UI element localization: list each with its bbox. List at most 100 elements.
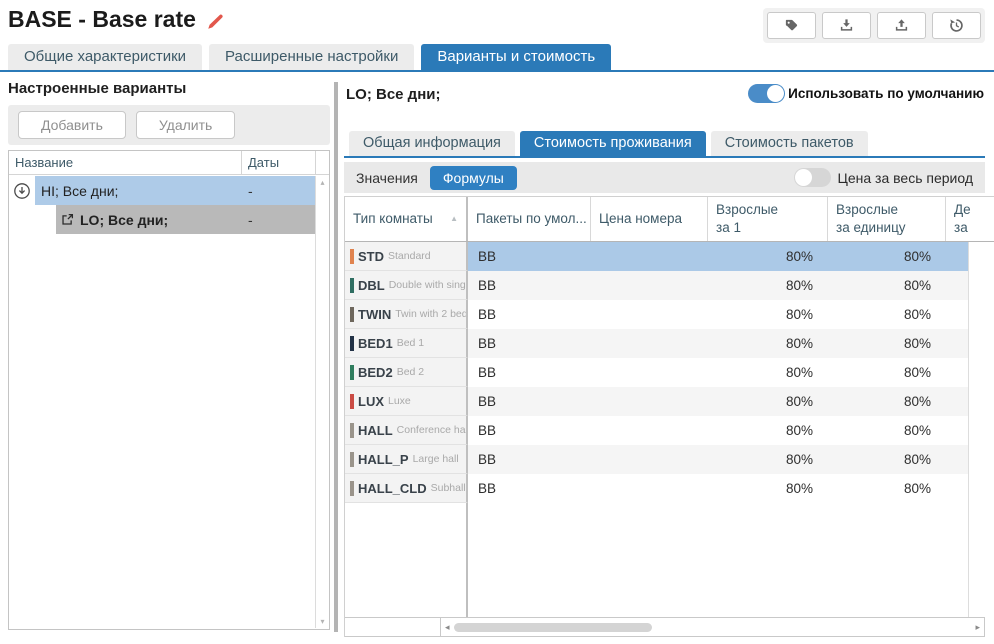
room-type-cell[interactable]: HALL Conference hall: [345, 416, 468, 445]
variant-name: LO; Все дни;: [74, 212, 241, 228]
grid-row-cells[interactable]: BB 80% 80%: [468, 329, 969, 358]
room-code: LUX: [358, 394, 384, 409]
adults-for-1-cell[interactable]: 80%: [706, 452, 826, 467]
room-type-cell[interactable]: DBL Double with sing: [345, 271, 468, 300]
default-package-cell[interactable]: BB: [468, 307, 589, 322]
room-code: BED1: [358, 336, 393, 351]
variant-dates: -: [241, 183, 315, 199]
room-type-cell[interactable]: BED2 Bed 2: [345, 358, 468, 387]
adults-per-unit-cell[interactable]: 80%: [826, 249, 944, 264]
variant-list-scrollbar[interactable]: ▴ ▾: [315, 176, 329, 628]
room-color-chip: [350, 481, 354, 496]
default-package-cell[interactable]: BB: [468, 278, 589, 293]
room-type-cell[interactable]: BED1 Bed 1: [345, 329, 468, 358]
external-link-icon[interactable]: [61, 213, 74, 226]
room-type-cell[interactable]: HALL_CLD Subhalls: [345, 474, 468, 503]
sub-tab[interactable]: Стоимость проживания: [520, 131, 706, 156]
column-header-dates[interactable]: Даты: [242, 151, 316, 174]
room-type-cell[interactable]: LUX Luxe: [345, 387, 468, 416]
edit-pencil-icon[interactable]: [206, 13, 224, 31]
default-package-cell[interactable]: BB: [468, 336, 589, 351]
room-type-cell[interactable]: HALL_P Large hall: [345, 445, 468, 474]
adults-per-unit-cell[interactable]: 80%: [826, 336, 944, 351]
grid-row-cells[interactable]: BB 80% 80%: [468, 416, 969, 445]
adults-per-unit-cell[interactable]: 80%: [826, 423, 944, 438]
room-code: STD: [358, 249, 384, 264]
default-package-cell[interactable]: BB: [468, 365, 589, 380]
grid-column-header[interactable]: Пакеты по умол...: [468, 197, 591, 241]
grid-row-cells[interactable]: BB 80% 80%: [468, 358, 969, 387]
sub-tab[interactable]: Стоимость пакетов: [711, 131, 868, 156]
page-title: BASE - Base rate: [8, 6, 196, 33]
room-description: Double with sing: [389, 279, 466, 291]
room-description: Bed 1: [397, 337, 424, 349]
room-code: DBL: [358, 278, 385, 293]
adults-per-unit-cell[interactable]: 80%: [826, 278, 944, 293]
add-button[interactable]: Добавить: [18, 111, 126, 139]
grid-column-header[interactable]: Взрослые за 1: [708, 197, 828, 241]
main-tabs: Общие характеристики Расширенные настройк…: [0, 46, 994, 72]
price-grid: Тип комнаты ▲ Пакеты по умол... Цена ном…: [344, 196, 994, 637]
adults-per-unit-cell[interactable]: 80%: [826, 452, 944, 467]
room-color-chip: [350, 452, 354, 467]
grid-column-header[interactable]: Тип комнаты ▲: [345, 197, 468, 241]
variant-row[interactable]: HI; Все дни; -: [9, 176, 315, 205]
download-button[interactable]: [822, 12, 871, 39]
default-package-cell[interactable]: BB: [468, 481, 589, 496]
default-toggle[interactable]: [748, 84, 785, 103]
main-tab[interactable]: Расширенные настройки: [209, 44, 414, 70]
main-tab[interactable]: Варианты и стоимость: [421, 44, 611, 70]
default-package-cell[interactable]: BB: [468, 394, 589, 409]
adults-per-unit-cell[interactable]: 80%: [826, 307, 944, 322]
scroll-up-icon[interactable]: ▴: [320, 178, 324, 187]
panel-divider[interactable]: [334, 82, 338, 632]
grid-column-header[interactable]: Де за: [946, 197, 994, 241]
formulas-button[interactable]: Формулы: [430, 166, 517, 190]
adults-for-1-cell[interactable]: 80%: [706, 394, 826, 409]
variant-row[interactable]: LO; Все дни; -: [9, 205, 315, 234]
tag-button[interactable]: [767, 12, 816, 39]
grid-row-cells[interactable]: BB 80% 80%: [468, 300, 969, 329]
adults-per-unit-cell[interactable]: 80%: [826, 481, 944, 496]
grid-row: BED2 Bed 2 BB 80% 80%: [345, 358, 994, 387]
adults-for-1-cell[interactable]: 80%: [706, 249, 826, 264]
adults-for-1-cell[interactable]: 80%: [706, 365, 826, 380]
circle-arrow-icon[interactable]: [13, 182, 31, 200]
delete-button[interactable]: Удалить: [136, 111, 235, 139]
adults-for-1-cell[interactable]: 80%: [706, 278, 826, 293]
default-package-cell[interactable]: BB: [468, 423, 589, 438]
main-tab[interactable]: Общие характеристики: [8, 44, 202, 70]
scroll-right-icon[interactable]: ▸: [971, 622, 984, 633]
adults-for-1-cell[interactable]: 80%: [706, 481, 826, 496]
variant-list-header: Название Даты: [9, 151, 329, 175]
room-type-cell[interactable]: TWIN Twin with 2 bed: [345, 300, 468, 329]
history-button[interactable]: [932, 12, 981, 39]
scrollbar-track[interactable]: ◂ ▸: [441, 618, 984, 636]
grid-column-header[interactable]: Взрослые за единицу: [828, 197, 946, 241]
adults-for-1-cell[interactable]: 80%: [706, 307, 826, 322]
grid-row-cells[interactable]: BB 80% 80%: [468, 242, 969, 271]
grid-row-cells[interactable]: BB 80% 80%: [468, 445, 969, 474]
grid-column-header[interactable]: Цена номера: [591, 197, 708, 241]
scroll-down-icon[interactable]: ▾: [320, 617, 324, 626]
grid-row-cells[interactable]: BB 80% 80%: [468, 474, 969, 503]
room-type-cell[interactable]: STD Standard: [345, 242, 468, 271]
adults-for-1-cell[interactable]: 80%: [706, 423, 826, 438]
adults-per-unit-cell[interactable]: 80%: [826, 394, 944, 409]
adults-for-1-cell[interactable]: 80%: [706, 336, 826, 351]
values-button[interactable]: Значения: [356, 170, 418, 186]
default-package-cell[interactable]: BB: [468, 249, 589, 264]
scroll-left-icon[interactable]: ◂: [441, 622, 454, 633]
room-code: HALL_CLD: [358, 481, 427, 496]
scrollbar-thumb[interactable]: [454, 623, 652, 632]
variant-list-body: HI; Все дни; - LO; Все дни; -: [9, 176, 315, 629]
grid-row-cells[interactable]: BB 80% 80%: [468, 271, 969, 300]
grid-row-cells[interactable]: BB 80% 80%: [468, 387, 969, 416]
sub-tab[interactable]: Общая информация: [349, 131, 515, 156]
adults-per-unit-cell[interactable]: 80%: [826, 365, 944, 380]
default-package-cell[interactable]: BB: [468, 452, 589, 467]
grid-horizontal-scrollbar: ◂ ▸: [345, 617, 985, 637]
period-toggle[interactable]: [794, 168, 831, 187]
upload-button[interactable]: [877, 12, 926, 39]
column-header-name[interactable]: Название: [9, 151, 242, 174]
